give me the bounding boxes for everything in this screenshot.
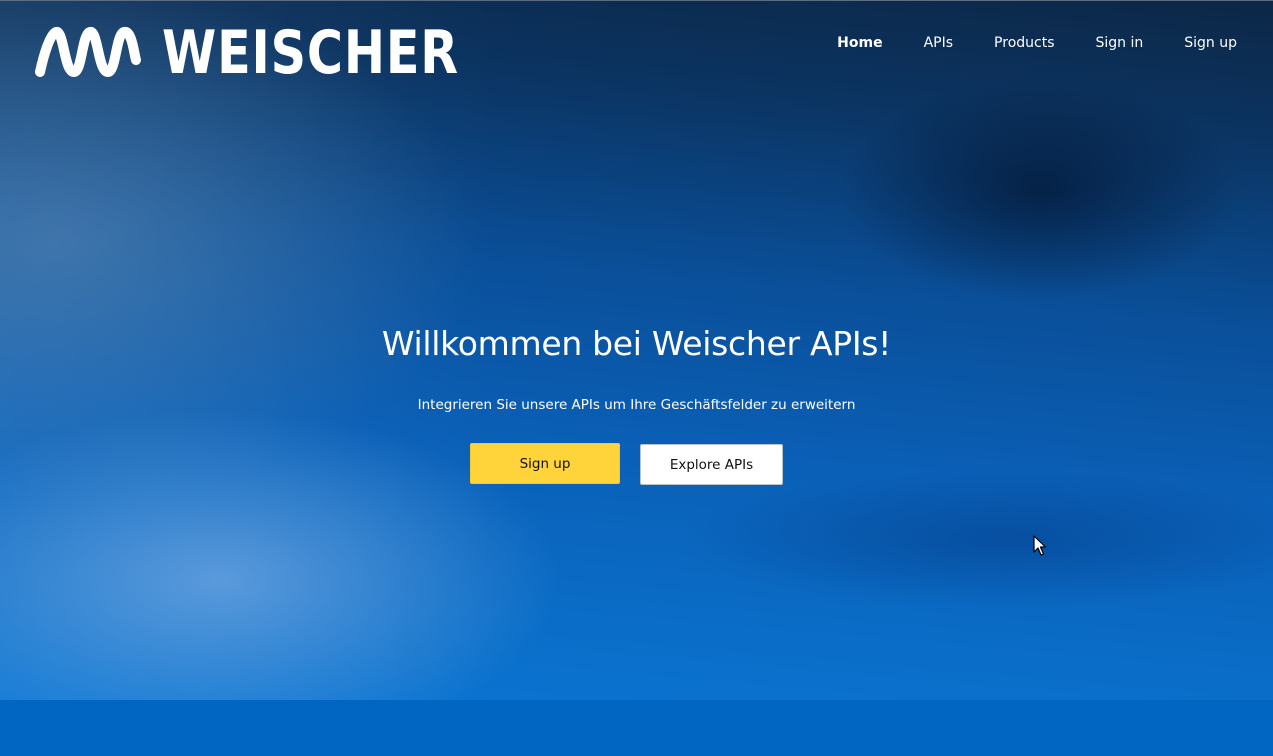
nav-home[interactable]: Home — [837, 33, 882, 53]
explore-apis-button[interactable]: Explore APIs — [640, 444, 783, 485]
sign-up-button[interactable]: Sign up — [470, 443, 620, 484]
window-top-border — [0, 0, 1273, 1]
weischer-wave-logo-icon — [35, 26, 141, 77]
hero-title: Willkommen bei Weischer APIs! — [381, 324, 892, 363]
hero-actions: Sign up Explore APIs — [470, 443, 783, 485]
hero-content: Willkommen bei Weischer APIs! Integriere… — [0, 320, 1273, 414]
page: WEISCHER Home APIs Products Sign in Sign… — [0, 0, 1273, 756]
nav-apis[interactable]: APIs — [924, 33, 953, 53]
brand-logo-link[interactable]: WEISCHER — [34, 18, 524, 88]
nav-sign-up[interactable]: Sign up — [1184, 33, 1237, 53]
nav-products[interactable]: Products — [994, 33, 1054, 53]
mouse-cursor-icon — [1033, 535, 1047, 556]
hero-subtitle: Integrieren Sie unsere APIs um Ihre Gesc… — [417, 397, 856, 413]
footer-band — [0, 700, 1273, 756]
main-nav: Home APIs Products Sign in Sign up — [837, 33, 1237, 53]
nav-sign-in[interactable]: Sign in — [1096, 33, 1144, 53]
brand-name: WEISCHER — [162, 18, 459, 88]
